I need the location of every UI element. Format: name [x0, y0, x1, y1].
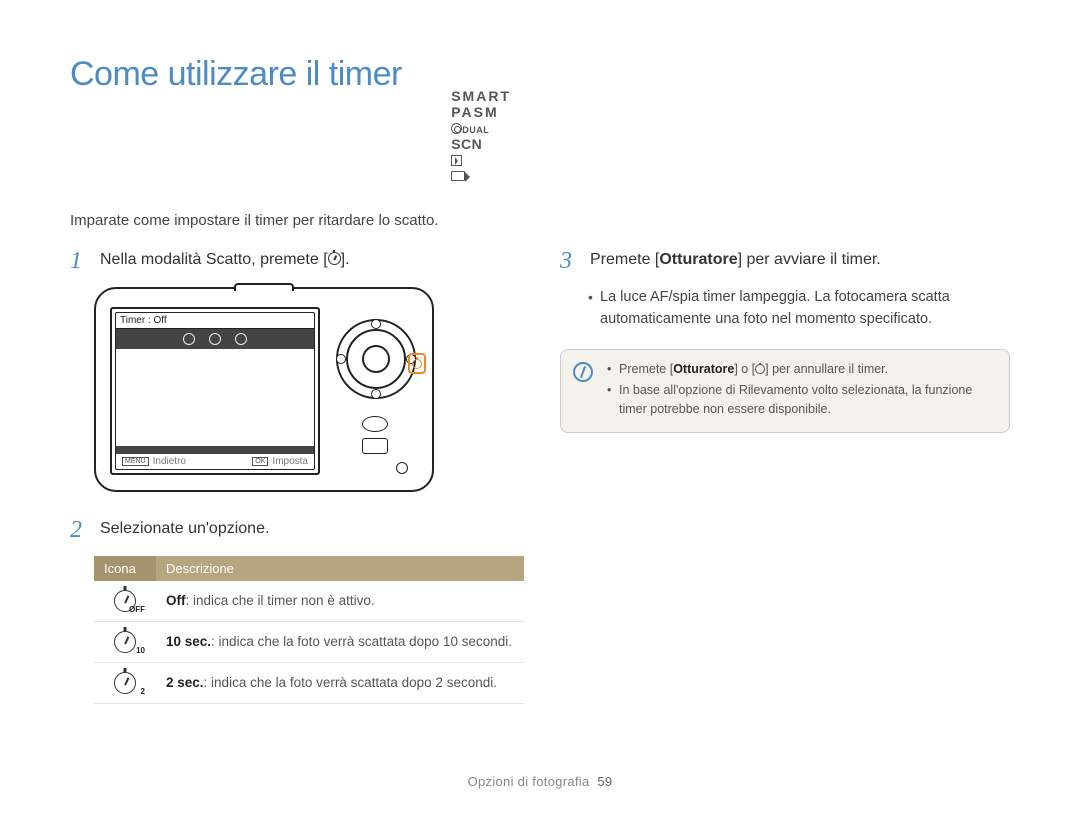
note-icon: [573, 362, 593, 382]
camera-button: [396, 462, 408, 474]
timer-icon: [328, 252, 341, 265]
note-box: Premete [Otturatore] o [] per annullare …: [560, 349, 1010, 433]
timer-10s-icon: 10: [114, 631, 136, 653]
table-header-desc: Descrizione: [156, 556, 524, 581]
camera-illustration: Timer : Off MENU Indietro OK Imposta: [94, 287, 520, 492]
menu-key-icon: MENU: [122, 457, 149, 466]
lcd-back-label: Indietro: [153, 456, 186, 467]
table-row: OFF Off: indica che il timer non è attiv…: [94, 581, 524, 622]
timer-icon: [755, 364, 765, 374]
camera-button: [362, 416, 388, 432]
step-number: 1: [70, 249, 90, 273]
page-title: Come utilizzare il timer: [70, 55, 402, 94]
table-row: 10 10 sec.: indica che la foto verrà sca…: [94, 622, 524, 663]
lcd-title: Timer : Off: [116, 313, 314, 329]
movie-icon: [451, 171, 465, 181]
timer-off-icon: [183, 333, 195, 345]
step-number: 2: [70, 518, 90, 542]
page-footer: Opzioni di fotografia 59: [0, 774, 1080, 789]
table-header-icon: Icona: [94, 556, 156, 581]
step-3: 3 Premete [Otturatore] per avviare il ti…: [560, 249, 1010, 273]
table-row: 2 2 sec.: indica che la foto verrà scatt…: [94, 663, 524, 704]
camera-button: [362, 438, 388, 454]
ok-key-icon: OK: [252, 457, 268, 466]
step-number: 3: [560, 249, 580, 273]
timer-button-highlight: [408, 353, 426, 374]
mode-line: SMART PASM DUAL SCN: [416, 72, 511, 200]
control-dial: [336, 319, 416, 399]
timer-10s-icon: [209, 333, 221, 345]
step-1: 1 Nella modalità Scatto, premete [].: [70, 249, 520, 273]
lcd-set-label: Imposta: [272, 456, 308, 467]
scene-icon: [451, 155, 462, 166]
options-table: Icona Descrizione OFF Off: indica che il…: [94, 556, 524, 704]
step-3-details: La luce AF/spia timer lampeggia. La foto…: [588, 287, 1010, 331]
step-2: 2 Selezionate un'opzione.: [70, 518, 520, 542]
dual-icon: [451, 123, 462, 134]
intro-text: Imparate come impostare il timer per rit…: [70, 212, 1010, 229]
timer-2s-icon: [235, 333, 247, 345]
timer-2s-icon: 2: [114, 672, 136, 694]
timer-off-icon: OFF: [114, 590, 136, 612]
